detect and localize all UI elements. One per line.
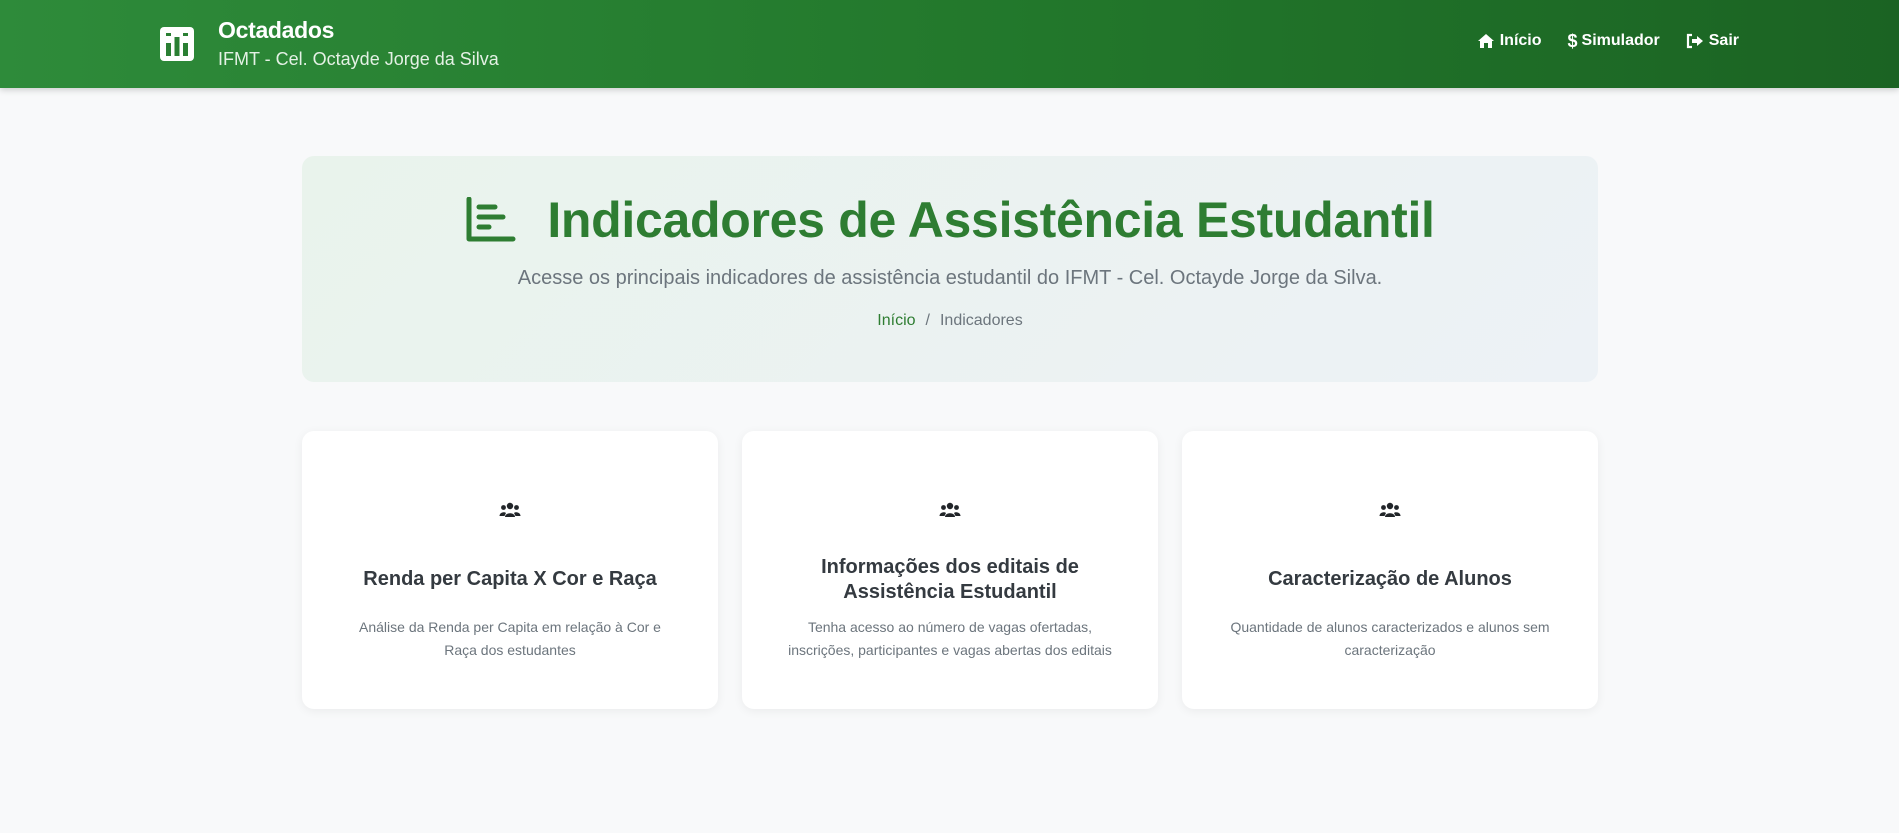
nav-links: Início $ Simulador Sair [1451,32,1739,50]
brand-title: Octadados [218,17,335,43]
users-icon [1182,501,1598,519]
nav-link-inicio-label: Início [1499,32,1542,49]
card-editais[interactable]: Informações dos editais de Assistência E… [742,431,1158,709]
users-icon [302,501,718,519]
home-icon [1477,33,1495,49]
breadcrumb: Início / Indicadores [302,310,1598,332]
card-title: Informações dos editais de Assistência E… [821,556,1079,603]
hero-title-row: Indicadores de Assistência Estudantil [302,190,1598,250]
card-title: Renda per Capita X Cor e Raça [363,568,657,590]
top-navbar: Octadados IFMT - Cel. Octayde Jorge da S… [0,0,1899,88]
nav-link-inicio[interactable]: Início [1477,32,1542,50]
brand-text: Octadados IFMT - Cel. Octayde Jorge da S… [218,15,499,73]
nav-link-simulador-label: Simulador [1581,32,1660,49]
breadcrumb-current: Indicadores [939,312,1023,329]
nav-link-sair[interactable]: Sair [1686,32,1739,50]
users-icon [742,501,1158,519]
dollar-icon: $ [1567,31,1578,51]
breadcrumb-separator: / [925,312,930,329]
card-description: Quantidade de alunos caracterizados e al… [1230,619,1550,658]
nav-link-sair-label: Sair [1708,32,1739,49]
brand-link[interactable]: Octadados IFMT - Cel. Octayde Jorge da S… [160,14,499,74]
hero-banner: Indicadores de Assistência Estudantil Ac… [302,156,1598,382]
nav-link-simulador[interactable]: $ Simulador [1568,32,1660,50]
indicator-cards: Renda per Capita X Cor e Raça Análise da… [302,431,1598,709]
page-title: Indicadores de Assistência Estudantil [547,192,1435,248]
card-renda-per-capita[interactable]: Renda per Capita X Cor e Raça Análise da… [302,431,718,709]
breadcrumb-home-link[interactable]: Início [877,310,915,332]
card-description: Análise da Renda per Capita em relação à… [359,619,661,658]
card-description: Tenha acesso ao número de vagas ofertada… [788,619,1112,658]
chart-bar-icon [465,197,517,243]
card-title: Caracterização de Alunos [1268,568,1512,590]
brand-subtitle: IFMT - Cel. Octayde Jorge da Silva [218,49,499,69]
card-caracterizacao[interactable]: Caracterização de Alunos Quantidade de a… [1182,431,1598,709]
sign-out-icon [1686,33,1704,49]
bar-chart-logo-icon [160,27,194,61]
page-subtitle: Acesse os principais indicadores de assi… [517,267,1383,289]
